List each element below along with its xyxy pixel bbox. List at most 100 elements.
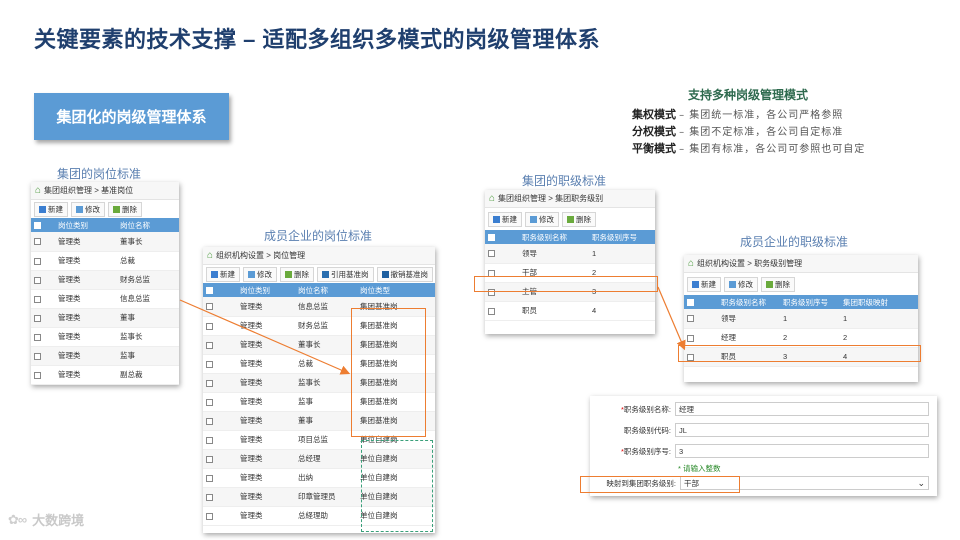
row-checkbox[interactable]: [206, 379, 213, 387]
highlight-row-cadre: [474, 276, 658, 292]
column-header[interactable]: 岗位类别: [237, 283, 295, 297]
edit-button[interactable]: 修改: [724, 276, 758, 292]
table-row[interactable]: 管理类 总裁: [31, 251, 179, 271]
new-icon: [39, 205, 46, 213]
delete-icon: [766, 280, 773, 288]
brand-logo: ✿∞ 大数跨境: [8, 511, 85, 529]
row-checkbox[interactable]: [206, 303, 213, 311]
reference-icon: [322, 270, 329, 278]
arrow-grade-mapping: [657, 286, 686, 351]
column-header[interactable]: 岗位名称: [117, 218, 179, 232]
row-checkbox[interactable]: [687, 315, 694, 323]
new-icon: [692, 280, 699, 288]
row-checkbox[interactable]: [206, 341, 213, 349]
home-icon: ⌂: [688, 258, 695, 269]
field-label: 职务级别序号:: [623, 446, 671, 456]
row-checkbox[interactable]: [206, 436, 213, 444]
edit-icon: [530, 215, 537, 223]
edit-button[interactable]: 修改: [243, 266, 277, 282]
row-checkbox[interactable]: [206, 398, 213, 406]
form-row-grade-code: 职务级别代码: JL: [590, 422, 937, 438]
edit-icon: [729, 280, 736, 288]
row-checkbox[interactable]: [206, 322, 213, 330]
row-checkbox[interactable]: [206, 512, 213, 520]
table-row[interactable]: 管理类 财务总监: [31, 270, 179, 290]
field-label: 职务级别名称:: [623, 404, 671, 414]
table-row[interactable]: 管理类 监事长: [31, 327, 179, 347]
select-all-checkbox[interactable]: [206, 287, 213, 295]
table-row[interactable]: 管理类 信息总监: [31, 289, 179, 309]
row-checkbox[interactable]: [488, 307, 495, 315]
caption-group-grade: 集团的职级标准: [522, 174, 607, 188]
row-checkbox[interactable]: [206, 360, 213, 368]
table-row[interactable]: 职员 4: [485, 301, 655, 321]
table-row[interactable]: 领导 1 1: [684, 309, 918, 329]
toolbar: 新建 修改 删除: [31, 200, 179, 218]
toolbar: 新建 修改 删除: [684, 273, 918, 295]
new-icon: [211, 270, 218, 278]
grade-order-field[interactable]: 3: [675, 444, 929, 458]
row-checkbox[interactable]: [34, 238, 41, 246]
panel-member-grade: ⌂ 组织机构设置 > 职务级别管理 新建 修改 删除 职务级别名称 职务级别序号 集团…: [684, 255, 918, 382]
delete-button[interactable]: 删除: [108, 201, 142, 217]
caption-member-grade: 成员企业的职级标准: [740, 235, 849, 249]
new-button[interactable]: 新建: [488, 211, 522, 227]
grade-name-field[interactable]: 经理: [675, 402, 929, 416]
edit-icon: [76, 205, 83, 213]
modes-legend: 支持多种岗级管理模式 集权模式 – 集团统一标准，各公司严格参照 分权模式 – …: [632, 87, 865, 158]
mode-centralized: 集权模式 – 集团统一标准，各公司严格参照: [632, 109, 844, 121]
grade-code-field[interactable]: JL: [675, 423, 929, 437]
select-all-checkbox[interactable]: [687, 299, 694, 307]
select-all-checkbox[interactable]: [34, 222, 41, 230]
data-table: 岗位类别 岗位名称 管理类 董事长 管理类 总裁 管理类 财务总监 管理类 信息总监 管理…: [31, 218, 179, 385]
column-header[interactable]: 职务级别序号: [589, 230, 655, 244]
reference-standard-button[interactable]: 引用基准岗: [317, 266, 374, 282]
form-row-grade-name: *职务级别名称: 经理: [590, 401, 937, 417]
breadcrumb: ⌂ 组织机构设置 > 职务级别管理: [684, 255, 918, 273]
highlight-box-standard-posts: [351, 308, 426, 437]
edit-button[interactable]: 修改: [525, 211, 559, 227]
new-button[interactable]: 新建: [206, 266, 240, 282]
home-icon: ⌂: [207, 250, 214, 261]
row-checkbox[interactable]: [34, 295, 41, 303]
table-row[interactable]: 管理类 董事长: [31, 232, 179, 252]
select-all-checkbox[interactable]: [488, 234, 495, 242]
column-header[interactable]: 岗位名称: [295, 283, 357, 297]
delete-icon: [567, 215, 574, 223]
row-checkbox[interactable]: [34, 276, 41, 284]
table-row[interactable]: 管理类 监事: [31, 346, 179, 366]
row-checkbox[interactable]: [34, 257, 41, 265]
column-header[interactable]: 岗位类型: [357, 283, 435, 297]
column-header[interactable]: 职务级别名称: [519, 230, 589, 244]
column-header[interactable]: 职务级别名称: [718, 295, 780, 309]
row-checkbox[interactable]: [206, 455, 213, 463]
row-checkbox[interactable]: [34, 333, 41, 341]
row-checkbox[interactable]: [687, 334, 694, 342]
delete-icon: [113, 205, 120, 213]
column-header[interactable]: 职务级别序号: [780, 295, 840, 309]
column-header[interactable]: 岗位类别: [55, 218, 117, 232]
edit-button[interactable]: 修改: [71, 201, 105, 217]
delete-button[interactable]: 删除: [280, 266, 314, 282]
toolbar: 新建 修改 删除 引用基准岗 撤销基准岗: [203, 265, 435, 283]
toolbar: 新建 修改 删除: [485, 208, 655, 230]
table-row[interactable]: 管理类 副总裁: [31, 365, 179, 385]
column-header[interactable]: 集团职级映射: [840, 295, 918, 309]
home-icon: ⌂: [35, 185, 42, 196]
table-row[interactable]: 领导 1: [485, 244, 655, 264]
revoke-standard-button[interactable]: 撤销基准岗: [376, 266, 433, 282]
breadcrumb: ⌂ 集团组织管理 > 基准岗位: [31, 182, 179, 200]
row-checkbox[interactable]: [206, 493, 213, 501]
row-checkbox[interactable]: [34, 352, 41, 360]
row-checkbox[interactable]: [34, 314, 41, 322]
new-button[interactable]: 新建: [687, 276, 721, 292]
delete-button[interactable]: 删除: [761, 276, 795, 292]
caption-member-post: 成员企业的岗位标准: [264, 229, 373, 243]
row-checkbox[interactable]: [488, 250, 495, 258]
row-checkbox[interactable]: [206, 474, 213, 482]
delete-button[interactable]: 删除: [562, 211, 596, 227]
row-checkbox[interactable]: [34, 371, 41, 379]
row-checkbox[interactable]: [206, 417, 213, 425]
table-row[interactable]: 管理类 董事: [31, 308, 179, 328]
new-button[interactable]: 新建: [34, 201, 68, 217]
